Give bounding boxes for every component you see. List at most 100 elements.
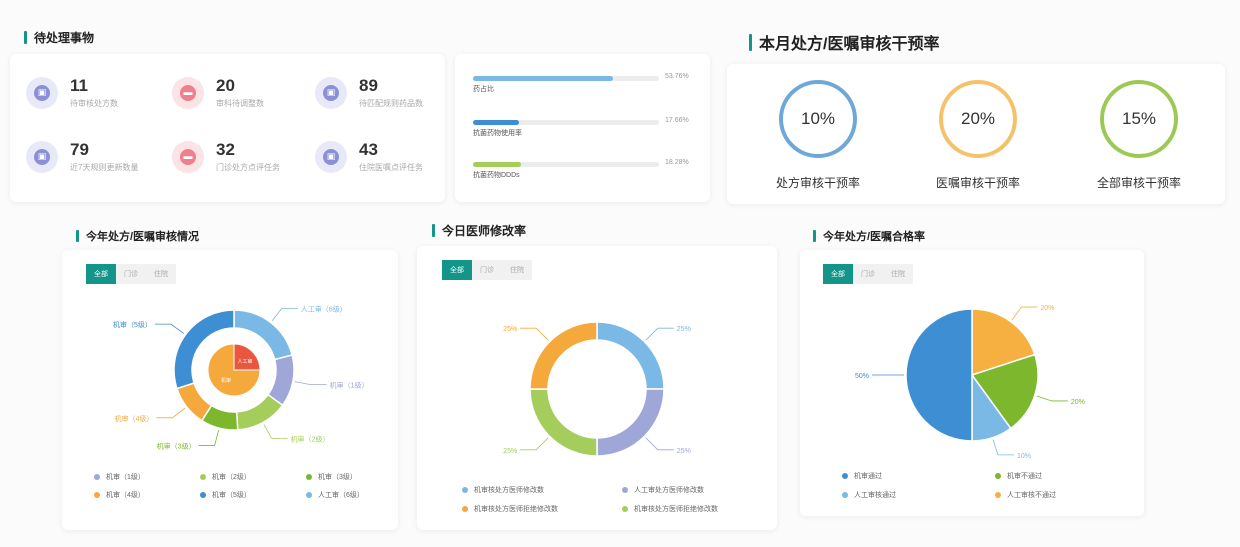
slice-label: 20% [1071,399,1085,406]
stat-value: 32 [216,140,235,159]
stat-item[interactable]: ▣ 11 待审核处方数 [26,76,118,109]
label-line [271,307,298,322]
label-line [645,437,674,451]
legend-item[interactable]: 人工审核不通过 [995,490,1056,500]
title-bar [749,33,752,51]
label-line [1036,395,1068,402]
slice-label: 25% [503,448,517,455]
legend-item[interactable]: 机审核处方医师修改数 [462,485,544,495]
slice-label: 50% [855,373,869,380]
label-line [154,323,185,334]
pie-slice[interactable] [905,308,973,442]
tab-inpatient[interactable]: 住院 [502,260,532,280]
legend-dot [842,473,848,479]
chart1-card: 全部 门诊 住院 人工审 机审 人工审（6级） 机审（1级） 机审（2级） 机审（3级）机… [62,250,398,530]
progress-fill [473,120,519,125]
progress-fill [473,162,521,167]
legend-dot [94,492,100,498]
label-line [156,407,186,419]
chart2-tabs: 全部 门诊 住院 [442,260,532,280]
slice-label: 机审（3级） [157,442,196,451]
ratio-label: 药占比 [473,86,494,93]
stat-value: 79 [70,140,89,159]
legend-item[interactable]: 机审（2级） [200,472,251,482]
legend-item[interactable]: 机审（1级） [94,472,145,482]
title-bar [432,224,435,237]
legend-item[interactable]: 人工审（6级） [306,490,364,500]
legend-item[interactable]: 机审（4级） [94,490,145,500]
chart2-title-text: 今日医师修改率 [442,224,527,238]
stat-value: 43 [359,140,378,159]
legend-label: 机审不通过 [1007,473,1042,480]
ratio-label: 抗菌药物DDDs [473,172,520,179]
slice-label: 机审（1级） [330,381,369,390]
outer-slice[interactable] [235,393,284,431]
legend-dot [842,492,848,498]
slice-label: 机审（5级） [113,320,152,329]
legend-label: 机审核处方医师修改数 [474,487,544,494]
stat-item[interactable]: ▬ 20 审科待调整数 [172,76,264,109]
tab-all[interactable]: 全部 [823,264,853,284]
rate-label: 医嘱审核干预率 [935,176,1020,190]
stat-label: 住院医嘱点评任务 [359,163,423,172]
title-bar [76,230,79,242]
ratio-percent: 53.76% [665,73,689,80]
chart1-svg: 人工审机审 人工审（6级） 机审（1级） 机审（2级） 机审（3级） 机审（4级） 机审（5… [113,304,369,451]
legend-item[interactable]: 机审核处方医师拒绝修改数 [462,504,558,514]
legend-dot [622,487,628,493]
stat-item[interactable]: ▣ 79 近7天规则更新数量 [26,140,138,173]
stat-value: 20 [216,76,235,95]
tab-all[interactable]: 全部 [86,264,116,284]
stat-label: 待审核处方数 [70,99,118,108]
legend-item[interactable]: 机审（3级） [306,472,357,482]
tab-outpatient[interactable]: 门诊 [853,264,883,284]
tab-outpatient[interactable]: 门诊 [116,264,146,284]
inner-label: 人工审 [237,358,252,365]
legend-label: 机审（2级） [212,474,251,481]
legend-dot [995,473,1001,479]
slice-label: 25% [503,326,517,333]
legend-item[interactable]: 机审（5级） [200,490,251,500]
legend-label: 机审通过 [854,473,882,480]
legend-item[interactable]: 机审核处方医师拒绝修改数 [622,504,718,514]
message-icon: ▬ [172,76,204,109]
slice-label: 20% [1040,305,1054,312]
legend-dot [622,506,628,512]
inner-slice[interactable] [233,343,261,371]
legend-item[interactable]: 人工审处方医师修改数 [622,485,704,495]
stat-item[interactable]: ▬ 32 门诊处方点评任务 [172,140,280,173]
tab-inpatient[interactable]: 住院 [883,264,913,284]
stat-item[interactable]: ▣ 43 住院医嘱点评任务 [315,140,423,173]
chart1-title: 今年处方/医嘱审核情况 [76,228,199,244]
stat-value: 11 [70,76,88,95]
intervention-card: 10% 处方审核干预率 20% 医嘱审核干预率 15% 全部审核干预率 [727,64,1225,204]
chart3-tabs: 全部 门诊 住院 [823,264,913,284]
tab-inpatient[interactable]: 住院 [146,264,176,284]
legend-dot [306,492,312,498]
stat-label: 近7天规则更新数量 [70,163,139,172]
stat-item[interactable]: ▣ 89 待匹配规则药品数 [315,76,423,109]
legend-label: 机审（4级） [106,492,145,499]
chart3-svg: 20% 20% 10% 50% [855,305,1085,460]
legend-item[interactable]: 机审通过 [842,471,882,481]
ratio-percent: 18.28% [665,159,689,166]
chart2-svg: 25% 25% 25% 25% [503,321,691,457]
chart1-title-text: 今年处方/医嘱审核情况 [86,231,200,243]
legend-item[interactable]: 机审不通过 [995,471,1042,481]
legend-label: 人工审处方医师修改数 [634,487,704,494]
stat-label: 门诊处方点评任务 [216,163,280,172]
tab-all[interactable]: 全部 [442,260,472,280]
legend-dot [462,487,468,493]
outer-slice[interactable] [175,382,213,422]
rate-label: 全部审核干预率 [1096,176,1181,190]
label-line [263,424,288,439]
rate-ring: 20% [939,80,1017,158]
label-line [992,439,1014,456]
title-bar [813,230,816,242]
pending-card: ▣ 11 待审核处方数 ▬ 20 审科待调整数 ▣ 89 待匹配规则药品数 ▣ 79 近… [10,54,445,202]
legend-label: 人工审核通过 [854,492,896,499]
tab-outpatient[interactable]: 门诊 [472,260,502,280]
legend-dot [200,474,206,480]
legend-item[interactable]: 人工审核通过 [842,490,896,500]
progress-track: 18.28% [473,159,689,167]
